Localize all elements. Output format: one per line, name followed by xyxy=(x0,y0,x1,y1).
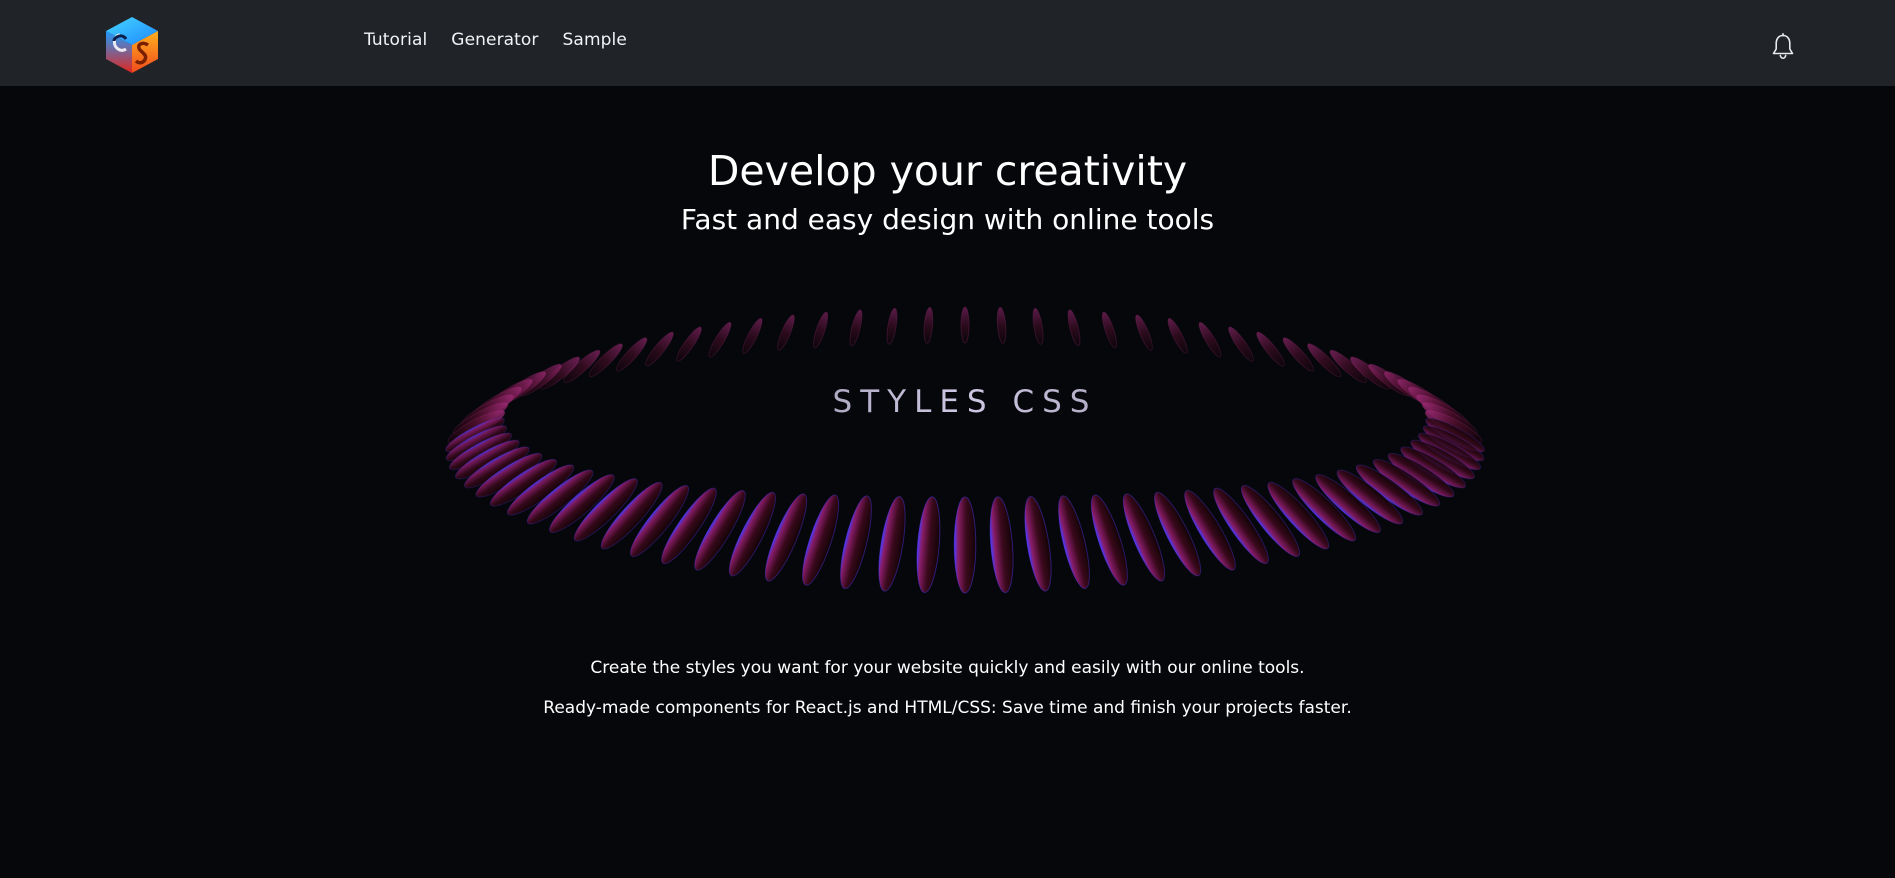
ring-disc xyxy=(1135,314,1153,351)
ring-disc xyxy=(916,496,941,594)
ring-disc xyxy=(878,496,906,592)
ring-disc xyxy=(996,306,1007,344)
ring-disc xyxy=(676,326,702,362)
ring-disc xyxy=(645,331,674,367)
hero-subtitle: Fast and easy design with online tools xyxy=(680,203,1215,236)
ring-graphic xyxy=(445,306,1485,594)
styles-css-cube-logo-icon[interactable] xyxy=(104,15,160,75)
ring-disc xyxy=(1058,495,1090,589)
ring-disc xyxy=(953,496,977,594)
ring-disc xyxy=(840,495,872,589)
ring-disc xyxy=(1067,309,1081,347)
ring-disc xyxy=(1228,326,1254,362)
description-line-1: Create the styles you want for your webs… xyxy=(590,658,1305,678)
main-nav: Tutorial Generator Sample xyxy=(364,29,627,51)
ring-logo-text: STYLES CSS xyxy=(420,382,1510,422)
ring-disc xyxy=(1024,496,1052,592)
top-navigation-bar: Tutorial Generator Sample xyxy=(0,0,1895,86)
page: Tutorial Generator Sample Develop your c… xyxy=(0,0,1895,878)
ring-disc xyxy=(1032,307,1044,345)
ring-disc xyxy=(1282,337,1315,372)
nav-link-sample[interactable]: Sample xyxy=(563,29,627,51)
ring-disc xyxy=(742,317,763,354)
ring-disc xyxy=(708,321,732,358)
nav-link-tutorial[interactable]: Tutorial xyxy=(364,29,427,51)
ring-disc xyxy=(777,314,795,351)
ring-disc xyxy=(1167,317,1188,354)
hero-title: Develop your creativity xyxy=(707,147,1188,195)
ring-disc xyxy=(960,306,970,344)
ring-disc xyxy=(615,337,648,372)
ring-disc xyxy=(989,496,1014,594)
description-line-2: Ready-made components for React.js and H… xyxy=(543,698,1352,718)
ring-disc xyxy=(923,306,934,344)
ring-disc xyxy=(1101,311,1117,349)
ring-disc xyxy=(886,307,898,345)
ring-disc xyxy=(849,309,863,347)
ring-disc xyxy=(1198,321,1222,358)
nav-link-generator[interactable]: Generator xyxy=(451,29,538,51)
ring-disc xyxy=(1256,331,1285,367)
animated-ring: STYLES CSS xyxy=(420,300,1510,600)
bell-icon[interactable] xyxy=(1771,33,1795,61)
ring-disc xyxy=(813,311,829,349)
